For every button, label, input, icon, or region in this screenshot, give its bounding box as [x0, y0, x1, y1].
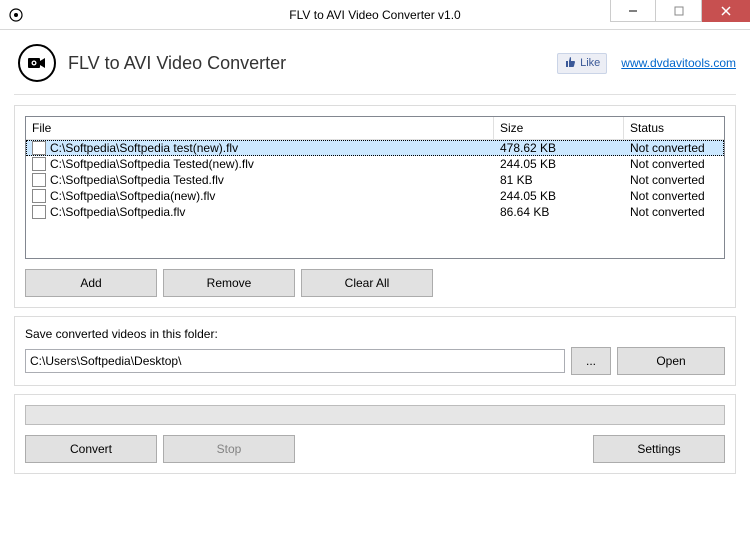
cell-file: C:\Softpedia\Softpedia test(new).flv [26, 140, 494, 156]
column-size[interactable]: Size [494, 117, 624, 139]
column-status[interactable]: Status [624, 117, 724, 139]
file-table: File Size Status C:\Softpedia\Softpedia … [25, 116, 725, 259]
table-body: C:\Softpedia\Softpedia test(new).flv478.… [26, 140, 724, 258]
file-section: File Size Status C:\Softpedia\Softpedia … [14, 105, 736, 308]
stop-button[interactable]: Stop [163, 435, 295, 463]
table-row[interactable]: C:\Softpedia\Softpedia(new).flv244.05 KB… [26, 188, 724, 204]
website-link[interactable]: www.dvdavitools.com [621, 56, 736, 70]
header: FLV to AVI Video Converter Like www.dvda… [14, 44, 736, 95]
cell-file: C:\Softpedia\Softpedia.flv [26, 204, 494, 220]
table-header: File Size Status [26, 117, 724, 140]
save-section: Save converted videos in this folder: ..… [14, 316, 736, 386]
table-row[interactable]: C:\Softpedia\Softpedia test(new).flv478.… [26, 140, 724, 156]
cell-status: Not converted [624, 204, 724, 220]
convert-button[interactable]: Convert [25, 435, 157, 463]
remove-button[interactable]: Remove [163, 269, 295, 297]
cell-status: Not converted [624, 188, 724, 204]
action-section: Convert Stop Settings [14, 394, 736, 474]
table-row[interactable]: C:\Softpedia\Softpedia.flv86.64 KBNot co… [26, 204, 724, 220]
close-button[interactable] [702, 0, 750, 22]
camera-icon [18, 44, 56, 82]
maximize-button[interactable] [656, 0, 702, 22]
cell-status: Not converted [624, 156, 724, 172]
file-icon [32, 157, 46, 171]
save-label: Save converted videos in this folder: [25, 327, 725, 341]
cell-file: C:\Softpedia\Softpedia Tested(new).flv [26, 156, 494, 172]
cell-status: Not converted [624, 172, 724, 188]
minimize-button[interactable] [610, 0, 656, 22]
table-row[interactable]: C:\Softpedia\Softpedia Tested.flv81 KBNo… [26, 172, 724, 188]
app-small-icon [8, 7, 24, 23]
window-title: FLV to AVI Video Converter v1.0 [289, 8, 460, 22]
like-label: Like [580, 57, 600, 69]
add-button[interactable]: Add [25, 269, 157, 297]
column-file[interactable]: File [26, 117, 494, 139]
cell-status: Not converted [624, 140, 724, 156]
file-icon [32, 205, 46, 219]
browse-button[interactable]: ... [571, 347, 611, 375]
progress-bar [25, 405, 725, 425]
like-button[interactable]: Like [557, 53, 607, 74]
open-button[interactable]: Open [617, 347, 725, 375]
file-icon [32, 189, 46, 203]
file-icon [32, 141, 46, 155]
cell-size: 244.05 KB [494, 156, 624, 172]
app-title: FLV to AVI Video Converter [68, 53, 286, 74]
window-controls [610, 0, 750, 29]
cell-file: C:\Softpedia\Softpedia Tested.flv [26, 172, 494, 188]
file-icon [32, 173, 46, 187]
titlebar: FLV to AVI Video Converter v1.0 [0, 0, 750, 30]
settings-button[interactable]: Settings [593, 435, 725, 463]
table-row[interactable]: C:\Softpedia\Softpedia Tested(new).flv24… [26, 156, 724, 172]
cell-file: C:\Softpedia\Softpedia(new).flv [26, 188, 494, 204]
cell-size: 86.64 KB [494, 204, 624, 220]
cell-size: 244.05 KB [494, 188, 624, 204]
thumbs-up-icon [564, 56, 576, 71]
cell-size: 478.62 KB [494, 140, 624, 156]
save-path-input[interactable] [25, 349, 565, 373]
clear-all-button[interactable]: Clear All [301, 269, 433, 297]
cell-size: 81 KB [494, 172, 624, 188]
